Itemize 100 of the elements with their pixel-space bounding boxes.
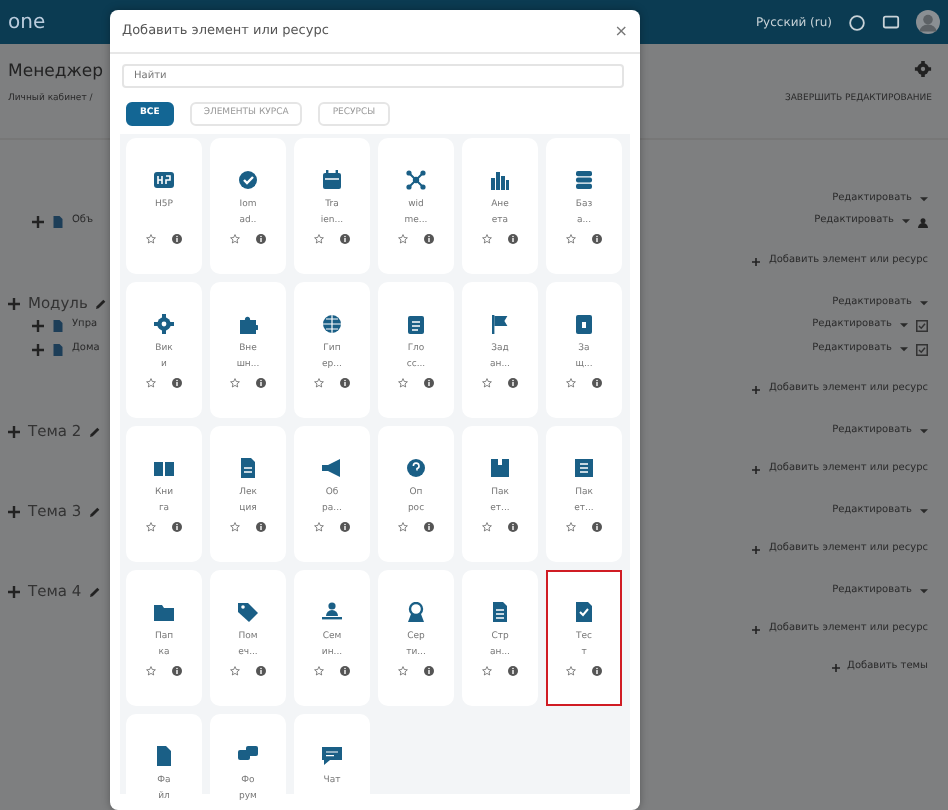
info-icon[interactable] (172, 234, 182, 244)
info-icon[interactable] (172, 378, 182, 388)
chat-bubble-icon[interactable] (848, 13, 866, 31)
star-icon[interactable] (398, 666, 408, 676)
document-icon (490, 602, 510, 622)
info-icon[interactable] (592, 666, 602, 676)
checkbox[interactable] (916, 320, 928, 332)
plus-icon[interactable] (8, 425, 20, 437)
info-icon[interactable] (592, 522, 602, 532)
info-icon[interactable] (340, 666, 350, 676)
star-icon[interactable] (398, 378, 408, 388)
star-icon[interactable] (230, 378, 240, 388)
info-icon[interactable] (592, 234, 602, 244)
plus-icon (752, 625, 761, 633)
pencil-icon[interactable] (89, 585, 100, 597)
star-icon[interactable] (314, 378, 324, 388)
plus-icon (752, 545, 761, 553)
plus-icon (752, 465, 761, 473)
info-icon[interactable] (424, 522, 434, 532)
check-badge-icon (238, 170, 258, 190)
info-icon[interactable] (424, 234, 434, 244)
star-icon[interactable] (146, 234, 156, 244)
calendar-icon (322, 170, 342, 190)
puzzle-icon (238, 314, 258, 334)
caret-icon (920, 299, 928, 307)
h5p-logo-icon (154, 170, 174, 190)
settings-icon[interactable] (914, 60, 932, 78)
package-icon (574, 458, 594, 478)
star-icon[interactable] (398, 522, 408, 532)
plus-icon (831, 663, 840, 671)
network-icon (406, 170, 426, 190)
messages-icon[interactable] (882, 13, 900, 31)
star-icon[interactable] (566, 234, 576, 244)
info-icon[interactable] (256, 522, 266, 532)
info-icon[interactable] (172, 666, 182, 676)
document-icon (52, 216, 64, 228)
plus-icon (752, 257, 761, 265)
star-icon[interactable] (566, 378, 576, 388)
plus-icon[interactable] (8, 585, 20, 597)
info-icon[interactable] (256, 378, 266, 388)
star-icon[interactable] (146, 666, 156, 676)
plus-icon[interactable] (8, 297, 20, 309)
star-icon[interactable] (482, 522, 492, 532)
plus-icon[interactable] (32, 344, 44, 356)
plus-icon[interactable] (8, 505, 20, 517)
book-icon (154, 458, 174, 478)
star-icon[interactable] (230, 234, 240, 244)
info-icon[interactable] (340, 234, 350, 244)
info-icon[interactable] (340, 522, 350, 532)
star-icon[interactable] (146, 522, 156, 532)
quiz-document-icon (574, 602, 594, 622)
checkbox[interactable] (916, 344, 928, 356)
plus-icon[interactable] (32, 320, 44, 332)
star-icon[interactable] (314, 234, 324, 244)
logo-text[interactable]: one (8, 7, 46, 37)
info-icon[interactable] (340, 378, 350, 388)
page-title: Менеджер (8, 60, 106, 86)
star-icon[interactable] (566, 666, 576, 676)
globe-icon (322, 314, 342, 334)
star-icon[interactable] (230, 522, 240, 532)
gear-icon (154, 314, 174, 334)
info-icon[interactable] (592, 378, 602, 388)
plus-icon[interactable] (32, 216, 44, 228)
info-icon[interactable] (508, 666, 518, 676)
caret-icon (920, 587, 928, 595)
star-icon[interactable] (230, 666, 240, 676)
info-icon[interactable] (256, 234, 266, 244)
star-icon[interactable] (314, 522, 324, 532)
forum-icon (238, 746, 258, 766)
pencil-icon[interactable] (89, 425, 100, 437)
star-icon[interactable] (398, 234, 408, 244)
database-icon (574, 170, 594, 190)
close-button[interactable]: × (614, 23, 628, 39)
info-icon[interactable] (424, 378, 434, 388)
award-icon (406, 602, 426, 622)
info-icon[interactable] (508, 378, 518, 388)
bar-chart-icon (490, 170, 510, 190)
chat-icon (322, 746, 342, 766)
caret-icon (920, 507, 928, 515)
file-icon (154, 746, 174, 766)
caret-icon (900, 346, 908, 354)
star-icon[interactable] (482, 666, 492, 676)
info-icon[interactable] (508, 522, 518, 532)
star-icon[interactable] (566, 522, 576, 532)
caret-icon (920, 427, 928, 435)
pencil-icon[interactable] (89, 505, 100, 517)
info-icon[interactable] (508, 234, 518, 244)
tag-icon (238, 602, 258, 622)
star-icon[interactable] (314, 666, 324, 676)
info-icon[interactable] (172, 522, 182, 532)
star-icon[interactable] (146, 378, 156, 388)
clipboard-list-icon (406, 314, 426, 334)
star-icon[interactable] (482, 378, 492, 388)
avatar-icon[interactable] (916, 10, 940, 34)
info-icon[interactable] (256, 666, 266, 676)
caret-icon (920, 195, 928, 203)
pencil-icon[interactable] (95, 297, 106, 309)
star-icon[interactable] (482, 234, 492, 244)
megaphone-icon (322, 458, 342, 478)
info-icon[interactable] (424, 666, 434, 676)
